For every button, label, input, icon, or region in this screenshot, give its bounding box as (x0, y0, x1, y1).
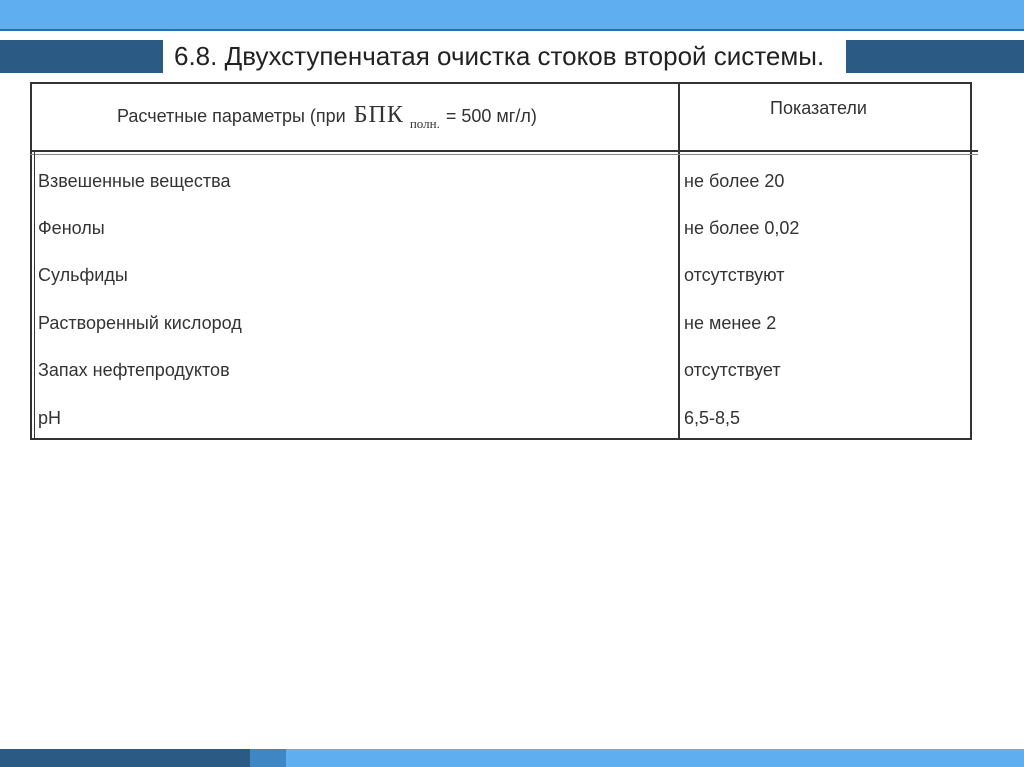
slide-title: 6.8. Двухступенчатая очистка стоков втор… (174, 41, 825, 71)
row-param: pH (38, 408, 62, 428)
header-bpk: БПК (353, 102, 404, 128)
row-param: Растворенный кислород (38, 313, 242, 333)
slide: 6.8. Двухступенчатая очистка стоков втор… (0, 0, 1024, 767)
header-separator-secondary (30, 154, 978, 155)
bottom-accent-mid (250, 749, 286, 767)
bottom-accent-light (286, 749, 1024, 767)
column-divider (678, 82, 680, 440)
row-param: Фенолы (38, 218, 105, 238)
row-param: Сульфиды (38, 265, 128, 285)
top-accent-line (0, 29, 1024, 31)
header-bpk-subscript: полн. (409, 116, 440, 131)
table-left-inner-border (34, 152, 35, 440)
row-value: не менее 2 (684, 313, 777, 333)
header-params-cell: Расчетные параметры (при БПК полн. = 500… (117, 102, 537, 131)
row-value: отсутствует (684, 360, 781, 380)
row-value: не более 0,02 (684, 218, 800, 238)
data-table (30, 82, 972, 440)
header-params-prefix: Расчетные параметры (при (117, 106, 346, 126)
top-accent-band (0, 0, 1024, 29)
row-param: Взвешенные вещества (38, 171, 231, 191)
bottom-accent-dark (0, 749, 250, 767)
row-value: 6,5-8,5 (684, 408, 741, 428)
row-value: не более 20 (684, 171, 785, 191)
header-separator (30, 150, 978, 152)
row-param: Запах нефтепродуктов (38, 360, 230, 380)
header-indicators-cell: Показатели (770, 98, 867, 118)
row-value: отсутствуют (684, 265, 785, 285)
header-params-suffix: = 500 мг/л) (445, 106, 537, 126)
